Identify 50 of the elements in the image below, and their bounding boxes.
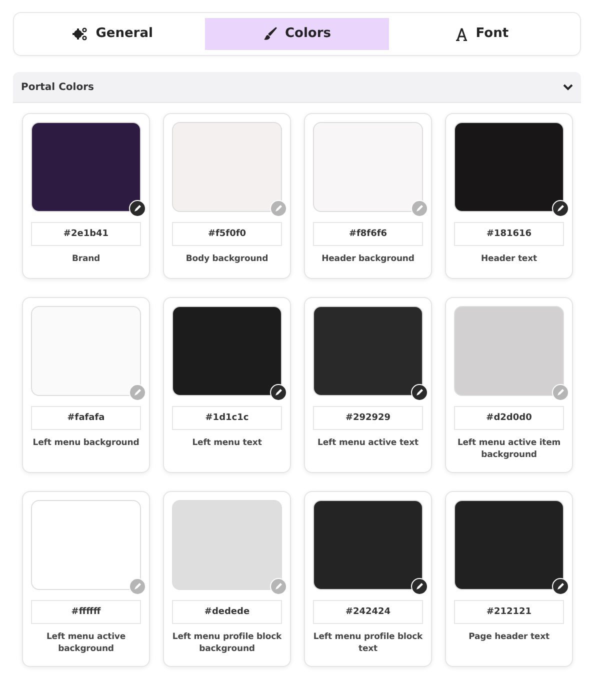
pencil-icon <box>415 582 424 591</box>
tab[interactable]: Colors <box>204 18 390 50</box>
pencil-icon <box>133 582 142 591</box>
color-label: Left menu active item background <box>456 438 562 462</box>
color-label: Left menu profile block background <box>172 632 282 656</box>
pencil-icon <box>274 388 283 397</box>
edit-button[interactable] <box>129 200 146 217</box>
color-label: Page header text <box>468 632 550 644</box>
color-label: Left menu profile block text <box>313 632 423 656</box>
pencil-icon <box>556 388 565 397</box>
hex-field[interactable]: #f8f6f6 <box>313 222 423 246</box>
color-label: Body background <box>186 254 268 266</box>
pencil-icon <box>274 204 283 213</box>
color-label: Left menu active background <box>45 632 127 656</box>
hex-field[interactable]: #dedede <box>172 600 282 624</box>
pencil-icon <box>133 388 142 397</box>
color-label: Left menu active text <box>318 438 418 450</box>
hex-field[interactable]: #212121 <box>454 600 564 624</box>
color-label: Brand <box>72 254 100 266</box>
edit-button[interactable] <box>411 578 428 595</box>
hex-field[interactable]: #1d1c1c <box>172 406 282 430</box>
gears-icon <box>72 27 88 41</box>
pencil-icon <box>556 582 565 591</box>
font-icon <box>454 28 468 40</box>
color-label: Header text <box>481 254 537 266</box>
color-label: Left menu text <box>192 438 262 450</box>
color-label: Header background <box>322 254 414 266</box>
tab[interactable]: Font <box>389 18 574 50</box>
hex-field[interactable]: #292929 <box>313 406 423 430</box>
brush-icon <box>263 27 277 41</box>
color-label: Left menu background <box>32 438 140 450</box>
pencil-icon <box>415 388 424 397</box>
edit-button[interactable] <box>552 200 569 217</box>
pencil-icon <box>415 204 424 213</box>
hex-field[interactable]: #d2d0d0 <box>454 406 564 430</box>
accordion-header[interactable]: Portal Colors <box>13 72 581 103</box>
chevron-icon <box>563 84 573 90</box>
pencil-icon <box>133 204 142 213</box>
hex-field[interactable]: #fafafa <box>31 406 141 430</box>
edit-button[interactable] <box>411 384 428 401</box>
pencil-icon <box>556 204 565 213</box>
hex-field[interactable]: #ffffff <box>31 600 141 624</box>
edit-button[interactable] <box>270 384 287 401</box>
hex-field[interactable]: #181616 <box>454 222 564 246</box>
hex-field[interactable]: #242424 <box>313 600 423 624</box>
pencil-icon <box>274 582 283 591</box>
edit-button[interactable] <box>552 578 569 595</box>
hex-field[interactable]: #2e1b41 <box>31 222 141 246</box>
tab[interactable]: General <box>20 18 205 50</box>
hex-field[interactable]: #f5f0f0 <box>172 222 282 246</box>
